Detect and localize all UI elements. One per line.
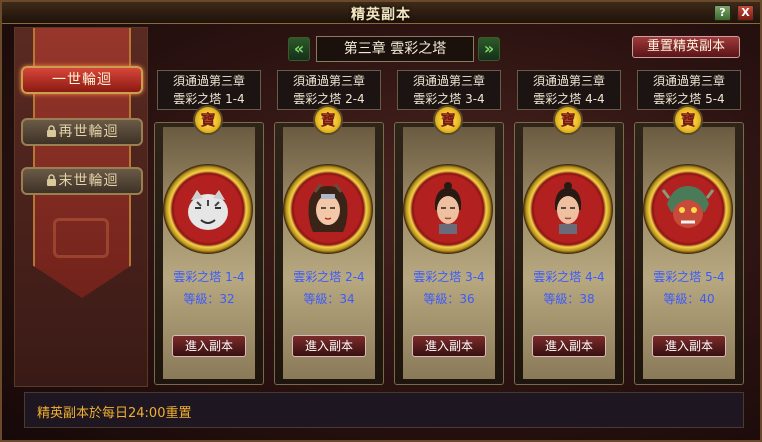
title-bar[interactable]: 精英副本 ? X — [2, 2, 760, 24]
reset-notice-text: 精英副本於每日24:00重置 — [37, 406, 192, 421]
requirement-line: 須通過第三章 — [412, 74, 485, 88]
dungeon-name: 雲彩之塔 1-4 — [173, 270, 245, 284]
close-button[interactable]: X — [737, 5, 754, 21]
tab-final-reincarnation[interactable]: 末世輪迴 — [21, 167, 143, 195]
unlock-requirement: 須通過第三章 雲彩之塔 2-4 — [277, 70, 381, 110]
dungeon-card: 須通過第三章 雲彩之塔 4-4 寶 雲彩之塔 4-4 等級：38 進入副本 — [514, 70, 624, 385]
treasure-medal-icon: 寶 — [193, 105, 223, 135]
enter-dungeon-button[interactable]: 進入副本 — [292, 335, 366, 357]
treasure-medal-icon: 寶 — [433, 105, 463, 135]
tab-label: 末世輪迴 — [58, 173, 119, 189]
young-man-icon[interactable] — [403, 164, 493, 254]
reincarnation-sidebar: 一世輪迴 再世輪迴 末世輪迴 — [14, 27, 148, 387]
dungeon-card: 須通過第三章 雲彩之塔 3-4 寶 雲彩之塔 3-4 等級：36 進入副本 — [394, 70, 504, 385]
dungeon-card: 須通過第三章 雲彩之塔 1-4 寶 雲彩之塔 1-4 等級：32 進入副本 — [154, 70, 264, 385]
dungeon-level: 等級：38 — [543, 292, 595, 306]
elite-dungeon-window: 精英副本 ? X 一世輪迴 再世輪迴 末世輪迴 « 第三章 雲彩之塔 » 重置精… — [0, 0, 762, 442]
requirement-line: 須通過第三章 — [532, 74, 605, 88]
tab-label: 一世輪迴 — [52, 72, 112, 88]
prev-chapter-button[interactable]: « — [288, 37, 310, 61]
unlock-requirement: 須通過第三章 雲彩之塔 4-4 — [517, 70, 621, 110]
requirement-line: 須通過第三章 — [172, 74, 245, 88]
dungeon-name: 雲彩之塔 4-4 — [533, 270, 605, 284]
armored-beast-icon[interactable] — [643, 164, 733, 254]
dungeon-level: 等級：36 — [423, 292, 475, 306]
reset-elite-dungeon-button[interactable]: 重置精英副本 — [632, 36, 740, 58]
enter-dungeon-button[interactable]: 進入副本 — [412, 335, 486, 357]
tab-first-reincarnation[interactable]: 一世輪迴 — [21, 66, 143, 94]
treasure-medal-icon: 寶 — [553, 105, 583, 135]
enter-dungeon-button[interactable]: 進入副本 — [532, 335, 606, 357]
banner-ornament — [53, 218, 109, 258]
window-title: 精英副本 — [351, 7, 411, 23]
unlock-requirement: 須通過第三章 雲彩之塔 3-4 — [397, 70, 501, 110]
female-warrior-icon[interactable] — [283, 164, 373, 254]
reset-notice-bar: 精英副本於每日24:00重置 — [24, 392, 744, 428]
requirement-line: 須通過第三章 — [292, 74, 365, 88]
dungeon-name: 雲彩之塔 3-4 — [413, 270, 485, 284]
next-chapter-button[interactable]: » — [478, 37, 500, 61]
white-tiger-icon[interactable] — [163, 164, 253, 254]
treasure-medal-icon: 寶 — [313, 105, 343, 135]
dungeon-name: 雲彩之塔 2-4 — [293, 270, 365, 284]
chapter-title: 第三章 雲彩之塔 — [316, 36, 474, 62]
unlock-requirement: 須通過第三章 雲彩之塔 1-4 — [157, 70, 261, 110]
dungeon-level: 等級：32 — [183, 292, 235, 306]
unlock-requirement: 須通過第三章 雲彩之塔 5-4 — [637, 70, 741, 110]
dungeon-name: 雲彩之塔 5-4 — [653, 270, 725, 284]
young-man-icon[interactable] — [523, 164, 613, 254]
dungeon-card: 須通過第三章 雲彩之塔 5-4 寶 雲彩之塔 5-4 等級：40 進入副本 — [634, 70, 744, 385]
enter-dungeon-button[interactable]: 進入副本 — [652, 335, 726, 357]
tab-label: 再世輪迴 — [58, 124, 119, 140]
enter-dungeon-button[interactable]: 進入副本 — [172, 335, 246, 357]
lock-icon — [46, 125, 56, 137]
dungeon-card: 須通過第三章 雲彩之塔 2-4 寶 雲彩之塔 2-4 等級：34 進入副本 — [274, 70, 384, 385]
requirement-line: 須通過第三章 — [652, 74, 725, 88]
treasure-medal-icon: 寶 — [673, 105, 703, 135]
dungeon-level: 等級：34 — [303, 292, 355, 306]
help-button[interactable]: ? — [714, 5, 731, 21]
tab-second-reincarnation[interactable]: 再世輪迴 — [21, 118, 143, 146]
lock-icon — [46, 174, 56, 186]
dungeon-level: 等級：40 — [663, 292, 715, 306]
